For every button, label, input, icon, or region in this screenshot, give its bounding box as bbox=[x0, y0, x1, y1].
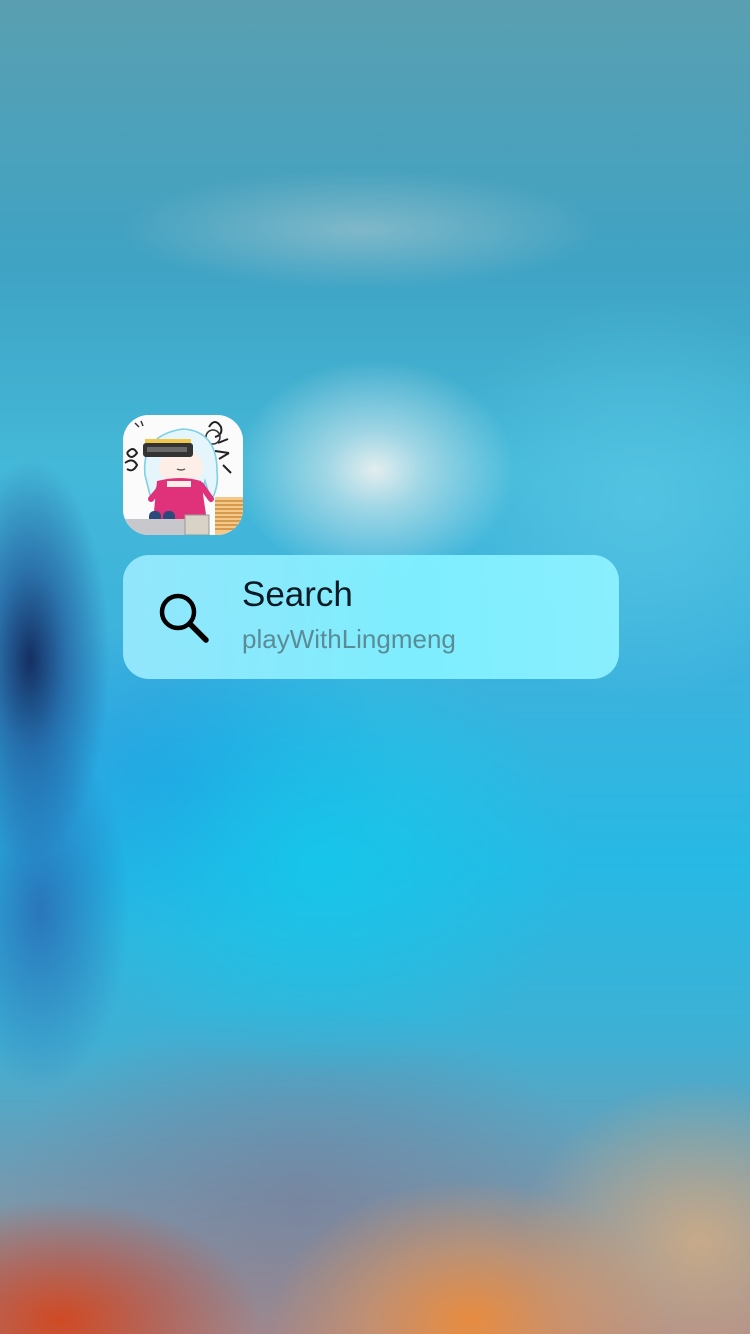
action-title: Search bbox=[242, 575, 353, 614]
app-icon-artwork bbox=[123, 415, 243, 535]
search-icon bbox=[157, 591, 211, 645]
search-quick-action[interactable]: Search playWithLingmeng bbox=[123, 555, 619, 679]
action-subtitle: playWithLingmeng bbox=[242, 624, 456, 654]
app-icon[interactable] bbox=[123, 415, 243, 535]
